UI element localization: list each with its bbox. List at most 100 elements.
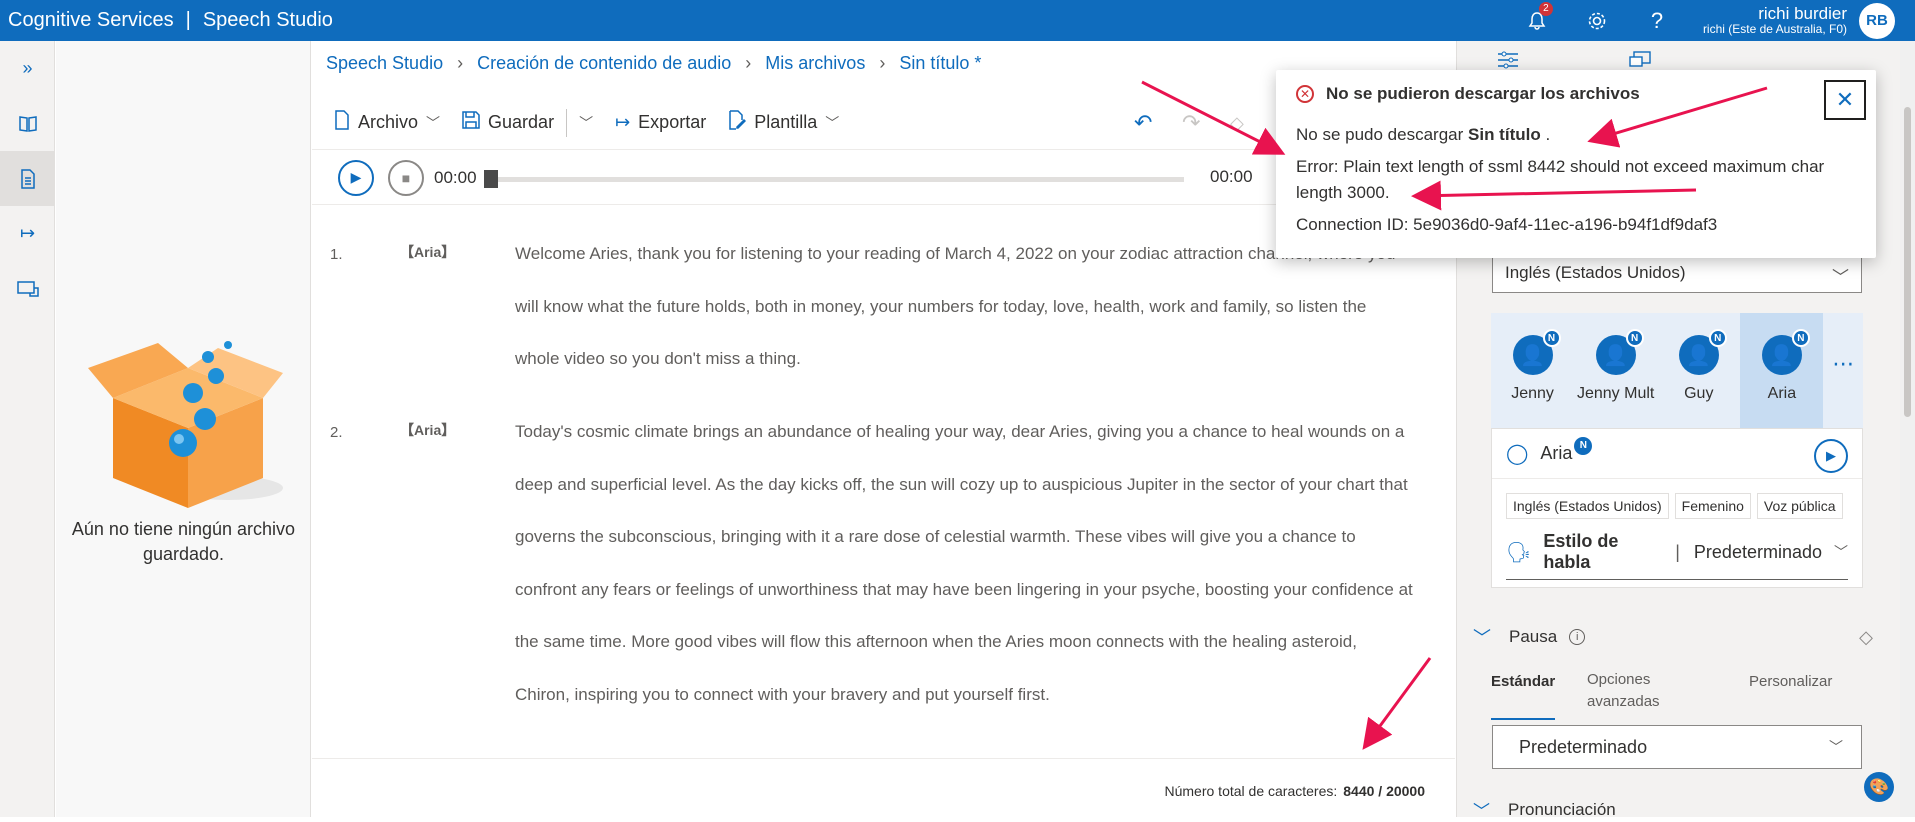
guardar-button[interactable]: Guardar bbox=[462, 111, 554, 134]
voice-card-jenny[interactable]: 👤 N Jenny bbox=[1491, 313, 1574, 429]
speaking-person-icon: 🗣 bbox=[1506, 541, 1532, 564]
audio-device-icon[interactable] bbox=[0, 261, 55, 316]
breadcrumb-chevron-icon: › bbox=[457, 53, 464, 73]
chevron-down-icon: ﹀ bbox=[1473, 802, 1490, 821]
document-icon[interactable] bbox=[0, 151, 55, 206]
paragraph-text[interactable]: Today's cosmic climate brings an abundan… bbox=[515, 406, 1415, 721]
breadcrumb-item[interactable]: Creación de contenido de audio bbox=[477, 53, 731, 74]
character-count: Número total de caracteres: 8440 / 20000 bbox=[312, 758, 1455, 817]
expand-chevron-icon[interactable]: » bbox=[0, 41, 55, 96]
voice-name: Jenny Mult bbox=[1576, 385, 1655, 402]
paragraph-voice-tag[interactable]: 【Aria】 bbox=[400, 242, 455, 262]
tab-opciones-avanzadas[interactable]: Opciones avanzadas bbox=[1587, 669, 1697, 713]
voice-card-jenny-mult[interactable]: 👤 N Jenny Mult bbox=[1574, 313, 1657, 429]
close-icon[interactable]: ✕ bbox=[1824, 80, 1866, 120]
speaking-style-label: Estilo de habla bbox=[1543, 531, 1619, 572]
voice-name: Aria bbox=[1767, 385, 1797, 402]
avatar[interactable]: RB bbox=[1859, 2, 1895, 39]
paragraph-number: 1. bbox=[330, 246, 343, 263]
toolbar-divider bbox=[566, 108, 568, 137]
export-arrow-icon[interactable]: ↦ bbox=[0, 206, 55, 261]
tab-personalizar[interactable]: Personalizar bbox=[1749, 673, 1832, 690]
notification-count-badge: 2 bbox=[1538, 2, 1553, 16]
eraser-icon[interactable]: ◇ bbox=[1859, 627, 1873, 648]
palette-icon[interactable]: 🎨 bbox=[1864, 772, 1894, 802]
voice-tags: Inglés (Estados Unidos) Femenino Voz púb… bbox=[1506, 493, 1862, 519]
end-time: 00:00 bbox=[1210, 167, 1253, 186]
book-icon[interactable] bbox=[0, 96, 55, 151]
eraser-icon[interactable]: ◇ bbox=[1230, 96, 1244, 150]
progress-track[interactable] bbox=[484, 177, 1184, 182]
user-name: richi burdier bbox=[1758, 3, 1847, 23]
pronunciation-section-header[interactable]: ﹀ Pronunciación bbox=[1473, 797, 1616, 822]
voice-name: Jenny bbox=[1511, 385, 1554, 402]
pausa-tabs: Estándar Opciones avanzadas Personalizar bbox=[1491, 665, 1863, 721]
redo-icon[interactable]: ↷ bbox=[1182, 96, 1200, 150]
voice-detail-header: ◯ Aria N ▶ bbox=[1492, 429, 1862, 479]
chevron-down-icon: ﹀ bbox=[1473, 628, 1491, 648]
archivo-menu-button[interactable]: Archivo ﹀ bbox=[334, 110, 440, 135]
breadcrumb-chevron-icon: › bbox=[745, 53, 752, 73]
breadcrumb-item[interactable]: Mis archivos bbox=[765, 53, 865, 74]
breadcrumb-item[interactable]: Speech Studio bbox=[326, 53, 443, 74]
language-select[interactable]: Inglés (Estados Unidos) ﹀ bbox=[1492, 253, 1862, 293]
exportar-button[interactable]: ↦ Exportar bbox=[615, 112, 706, 133]
chevron-down-icon: ﹀ bbox=[825, 114, 840, 131]
brand-name: Cognitive Services bbox=[8, 9, 174, 31]
new-badge: N bbox=[1625, 329, 1644, 347]
speaking-style-value: Predeterminado bbox=[1693, 541, 1822, 562]
scrollbar-thumb[interactable] bbox=[1904, 107, 1911, 417]
paragraph-number: 2. bbox=[330, 424, 343, 441]
speaking-style-select[interactable]: 🗣 Estilo de habla | Predeterminado ﹀ bbox=[1506, 531, 1848, 580]
pausa-section-header[interactable]: ﹀ Pausa i ◇ bbox=[1473, 624, 1883, 650]
panel-scrollbar[interactable] bbox=[1900, 41, 1915, 817]
tab-estandar[interactable]: Estándar bbox=[1491, 673, 1556, 720]
voice-tag: Femenino bbox=[1674, 493, 1751, 519]
error-title: ✕ No se pudieron descargar los archivos bbox=[1296, 84, 1640, 104]
settings-gear-icon[interactable] bbox=[1577, 0, 1617, 41]
plantilla-menu-button[interactable]: Plantilla ﹀ bbox=[728, 110, 839, 135]
connection-id: Connection ID: 5e9036d0-9af4-11ec-a196-b… bbox=[1296, 215, 1718, 234]
save-icon bbox=[462, 111, 480, 134]
voice-card-aria[interactable]: 👤 N Aria bbox=[1740, 313, 1824, 429]
guardar-dropdown-chevron-icon[interactable]: ﹀ bbox=[579, 113, 593, 133]
person-icon: 👤 N bbox=[1595, 329, 1644, 375]
info-icon[interactable]: i bbox=[1569, 629, 1586, 645]
error-notification: ✕ No se pudieron descargar los archivos … bbox=[1276, 70, 1876, 258]
brand-separator: | bbox=[185, 9, 191, 31]
error-x-icon: ✕ bbox=[1296, 85, 1314, 103]
person-icon: 👤 N bbox=[1512, 329, 1561, 375]
breadcrumb-chevron-icon: › bbox=[879, 53, 886, 73]
play-icon[interactable]: ▶ bbox=[338, 159, 374, 196]
voice-detail-card: ◯ Aria N ▶ Inglés (Estados Unidos) Femen… bbox=[1491, 428, 1863, 588]
voice-card-guy[interactable]: 👤 N Guy bbox=[1657, 313, 1740, 429]
voice-tag: Inglés (Estados Unidos) bbox=[1506, 493, 1669, 519]
pausa-select[interactable]: Predeterminado ﹀ bbox=[1492, 725, 1862, 769]
person-icon: 👤 N bbox=[1761, 329, 1810, 375]
voice-preview-play-icon[interactable]: ▶ bbox=[1814, 439, 1848, 473]
new-badge: N bbox=[1791, 329, 1810, 347]
notifications-bell-icon[interactable]: 2 bbox=[1517, 0, 1557, 41]
error-detail: Error: Plain text length of ssml 8442 sh… bbox=[1296, 157, 1825, 202]
empty-files-message: Aún no tiene ningún archivo guardado. bbox=[71, 519, 296, 564]
left-rail: » ↦ bbox=[0, 41, 55, 817]
brand[interactable]: Cognitive Services | Speech Studio bbox=[8, 9, 333, 32]
error-line-suffix: . bbox=[1545, 125, 1551, 144]
files-panel: Aún no tiene ningún archivo guardado. bbox=[56, 41, 311, 817]
ssml-content[interactable]: 1. 【Aria】 Welcome Aries, thank you for l… bbox=[312, 206, 1455, 796]
chevron-down-icon: ﹀ bbox=[1832, 268, 1849, 287]
chevron-down-icon: ﹀ bbox=[1829, 739, 1843, 755]
template-edit-icon bbox=[728, 110, 747, 135]
user-info[interactable]: richi burdier richi (Este de Australia, … bbox=[1702, 3, 1847, 37]
progress-thumb[interactable] bbox=[484, 170, 498, 188]
paragraph-voice-tag[interactable]: 【Aria】 bbox=[400, 420, 455, 440]
help-icon[interactable]: ? bbox=[1637, 0, 1677, 41]
voice-tag: Voz pública bbox=[1756, 493, 1843, 519]
breadcrumb-item-current[interactable]: Sin título * bbox=[899, 53, 981, 74]
file-icon bbox=[334, 110, 350, 135]
stop-icon[interactable]: ■ bbox=[388, 159, 424, 196]
new-badge: N bbox=[1574, 436, 1593, 455]
undo-icon[interactable]: ↶ bbox=[1134, 96, 1152, 150]
more-voices-icon[interactable]: ⋯ bbox=[1823, 313, 1863, 429]
user-subscription: richi (Este de Australia, F0) bbox=[1702, 22, 1847, 37]
